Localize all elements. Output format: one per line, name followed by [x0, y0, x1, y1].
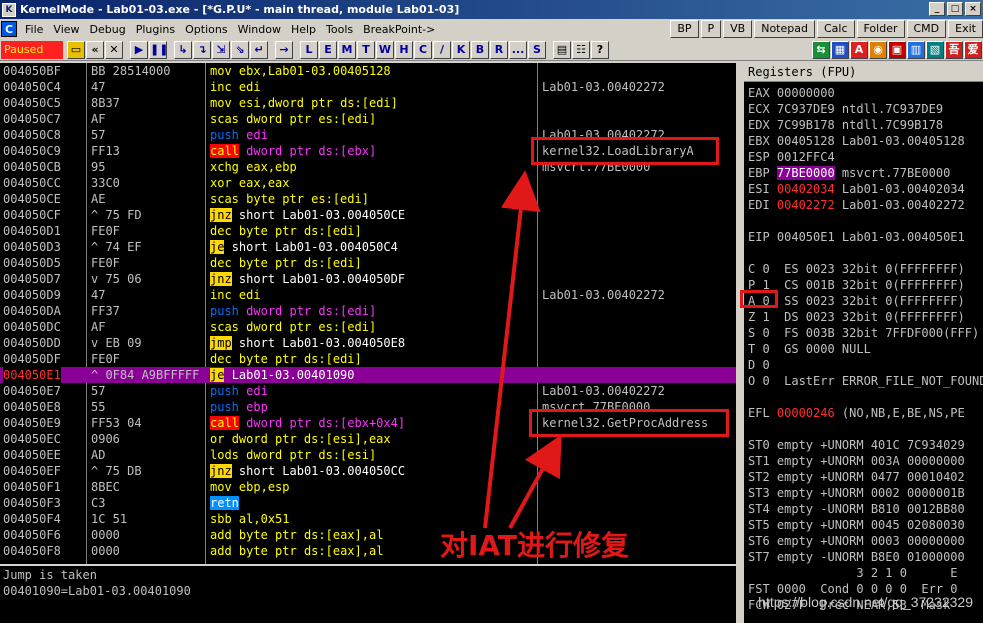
annotation-caption: 对IAT进行修复 [440, 529, 630, 562]
arrow-to-getprocaddress [508, 434, 562, 529]
watermark: https://blog.csdn.net/qq_37232329 [758, 594, 973, 610]
arrow-to-loadlibrary [483, 170, 541, 529]
